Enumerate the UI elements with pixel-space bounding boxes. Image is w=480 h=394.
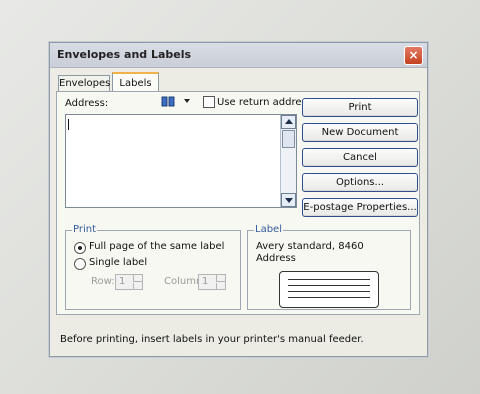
options-button[interactable]: Options... — [302, 173, 418, 192]
address-label: Address: — [65, 98, 109, 109]
scroll-up-icon[interactable] — [281, 115, 296, 129]
full-page-radio[interactable] — [74, 242, 86, 254]
label-group[interactable]: Label Avery standard, 8460 Address — [247, 224, 411, 310]
row-label: Row: — [91, 276, 115, 287]
row-up-icon[interactable] — [133, 275, 142, 282]
single-label-radio[interactable] — [74, 258, 86, 270]
scroll-thumb[interactable] — [282, 130, 295, 148]
label-preview-line — [288, 285, 370, 286]
title-bar: Envelopes and Labels × — [50, 43, 427, 68]
address-book-icon[interactable] — [161, 96, 175, 107]
column-value: 1 — [202, 276, 209, 287]
row-spinner[interactable]: 1 — [115, 274, 143, 290]
scroll-down-icon[interactable] — [281, 193, 296, 207]
row-value: 1 — [119, 276, 126, 287]
dialog-title: Envelopes and Labels — [57, 48, 192, 61]
text-caret — [68, 119, 69, 130]
column-spinner[interactable]: 1 — [198, 274, 226, 290]
full-page-label: Full page of the same label — [89, 241, 225, 252]
address-book-dropdown-icon[interactable] — [184, 99, 190, 103]
label-group-title: Label — [254, 224, 283, 235]
address-scrollbar[interactable] — [280, 115, 296, 207]
status-text: Before printing, insert labels in your p… — [60, 334, 364, 345]
envelopes-labels-dialog: Envelopes and Labels × Envelopes Labels … — [49, 42, 428, 357]
row-down-icon[interactable] — [133, 283, 142, 289]
label-product-type: Address — [256, 253, 296, 264]
tab-envelopes[interactable]: Envelopes — [58, 75, 110, 92]
print-group-title: Print — [72, 224, 98, 235]
use-return-address-label: Use return address — [217, 97, 312, 108]
epostage-properties-button[interactable]: E-postage Properties... — [302, 198, 418, 217]
column-up-icon[interactable] — [216, 275, 225, 282]
label-preview-line — [288, 279, 370, 280]
label-product-name: Avery standard, 8460 — [256, 241, 364, 252]
close-button[interactable]: × — [404, 46, 423, 65]
single-label-label: Single label — [89, 257, 148, 268]
label-preview-icon — [279, 271, 379, 308]
print-group: Print Full page of the same label Single… — [65, 224, 241, 310]
new-document-button[interactable]: New Document — [302, 123, 418, 142]
cancel-button[interactable]: Cancel — [302, 148, 418, 167]
print-button[interactable]: Print — [302, 98, 418, 117]
address-field[interactable] — [65, 114, 297, 208]
column-down-icon[interactable] — [216, 283, 225, 289]
label-preview-line — [288, 291, 370, 292]
use-return-address-checkbox[interactable] — [203, 96, 215, 108]
label-preview-line — [288, 297, 370, 298]
